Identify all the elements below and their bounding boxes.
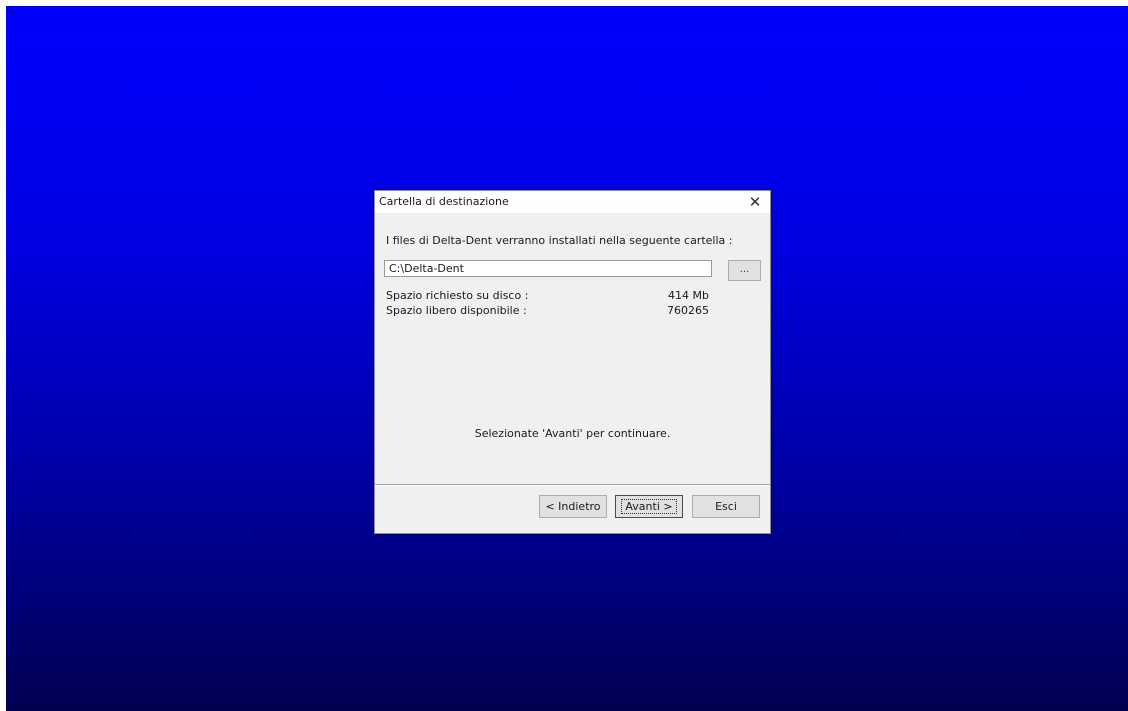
continue-message: Selezionate 'Avanti' per continuare. xyxy=(474,427,671,440)
free-space-label: Spazio libero disponibile : xyxy=(386,304,527,317)
destination-folder-dialog: Cartella di destinazione ✕ I files di De… xyxy=(374,190,771,534)
destination-path-input[interactable] xyxy=(384,260,712,277)
free-space-value: 760265 xyxy=(667,304,709,317)
next-button-label: Avanti > xyxy=(621,499,677,514)
install-intro-text: I files di Delta-Dent verranno installat… xyxy=(386,234,733,247)
dialog-title: Cartella di destinazione xyxy=(379,195,509,208)
browse-button[interactable]: ... xyxy=(728,260,761,281)
required-space-label: Spazio richiesto su disco : xyxy=(386,289,529,302)
divider-highlight xyxy=(375,485,770,486)
exit-button[interactable]: Esci xyxy=(692,495,760,518)
title-bar[interactable]: Cartella di destinazione ✕ xyxy=(375,191,770,213)
close-icon[interactable]: ✕ xyxy=(740,191,770,213)
back-button[interactable]: < Indietro xyxy=(539,495,607,518)
next-button[interactable]: Avanti > xyxy=(615,495,683,518)
required-space-value: 414 Mb xyxy=(668,289,709,302)
